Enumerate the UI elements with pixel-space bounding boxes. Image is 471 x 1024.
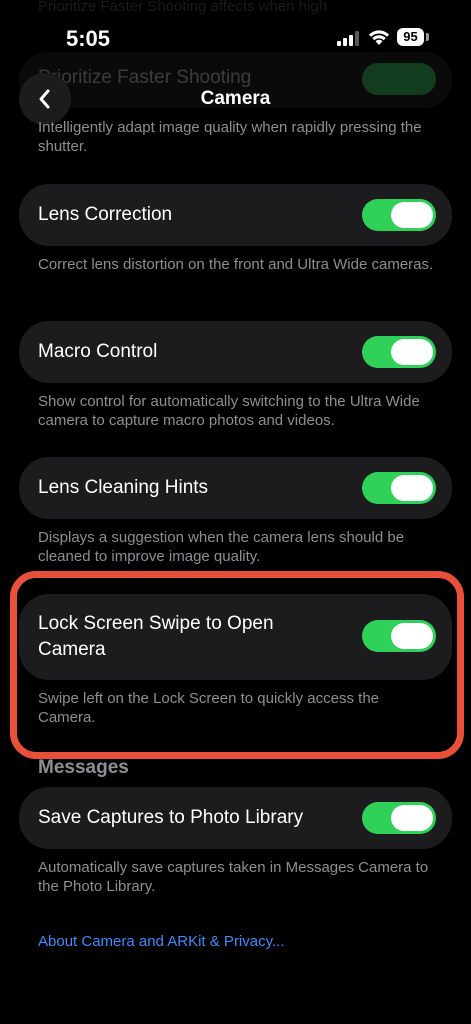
setting-label: Lens Correction [38,204,173,225]
setting-label: Macro Control [38,341,158,362]
scrolled-faded-text: Prioritize Faster Shooting affects when … [38,0,328,15]
setting-label: Lens Cleaning Hints [38,477,209,498]
battery-icon: 95 [397,28,424,46]
macro-control-toggle[interactable] [362,336,436,368]
setting-description: Intelligently adapt image quality when r… [38,119,422,155]
save-captures-toggle[interactable] [362,802,436,834]
setting-description: Show control for automatically switching… [38,393,420,429]
page-title: Camera [200,88,271,109]
lens-cleaning-hints-toggle[interactable] [362,472,436,504]
status-time: 5:05 [66,26,111,51]
cellular-signal-icon [337,31,363,46]
lens-correction-toggle[interactable] [362,199,436,231]
setting-description: Displays a suggestion when the camera le… [38,529,405,565]
setting-description: Automatically save captures taken in Mes… [38,859,429,895]
setting-label: Save Captures to Photo Library [38,807,304,828]
about-camera-privacy-link[interactable]: About Camera and ARKit & Privacy... [38,933,285,950]
highlight-box [10,571,464,759]
setting-description: Correct lens distortion on the front and… [38,256,434,273]
scrolled-faded-label: Prioritize Faster Shooting [38,67,252,88]
section-header-messages: Messages [38,757,129,778]
wifi-icon [369,30,389,45]
battery-tip [426,33,429,41]
